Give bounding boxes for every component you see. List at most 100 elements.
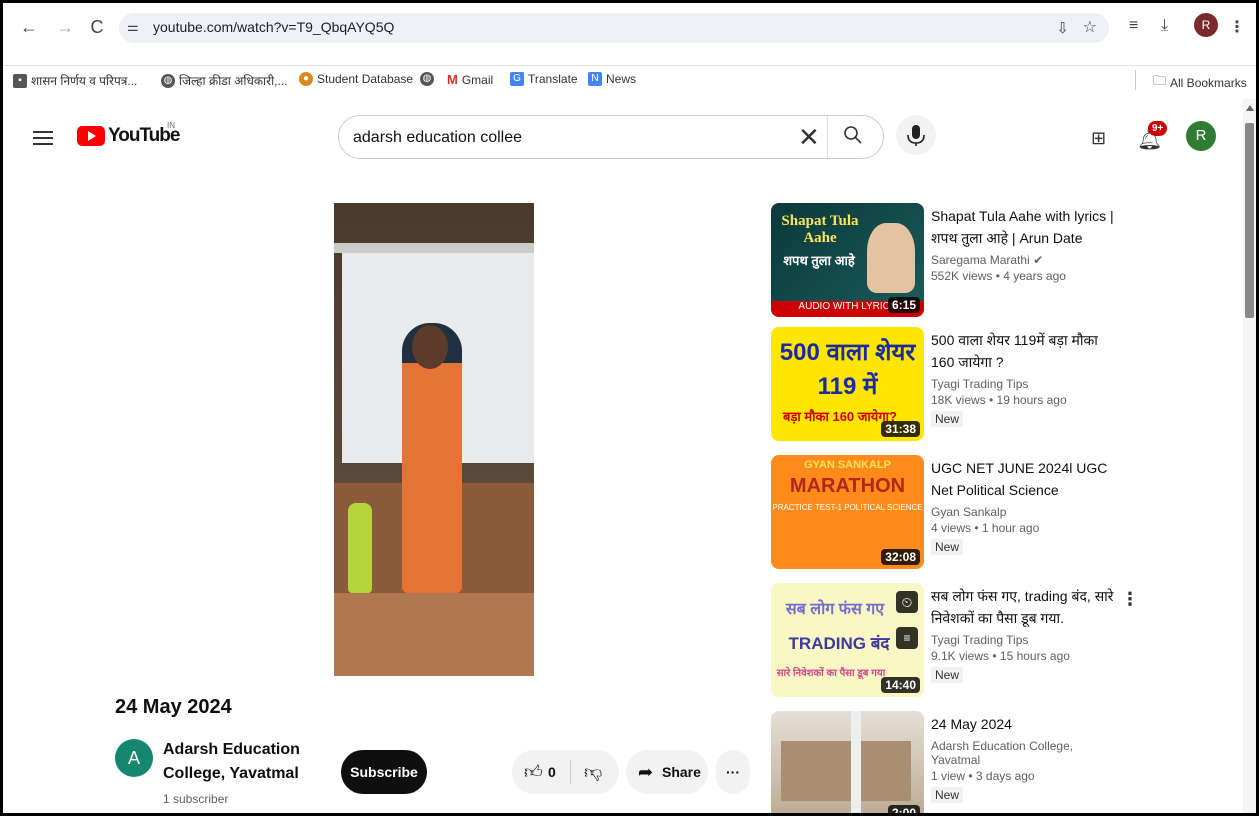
scroll-thumb[interactable]: [1245, 123, 1254, 318]
recommendation-item[interactable]: सब लोग फंस गए TRADING बंद सारे निवेशकों …: [771, 583, 1241, 701]
bookmark-label: News: [606, 72, 637, 86]
recommendation-channel[interactable]: Saregama Marathi ✔: [931, 253, 1119, 267]
like-icon[interactable]: 👍︎: [524, 761, 543, 783]
bookmark-label: Student Database: [317, 72, 414, 86]
url-text[interactable]: youtube.com/watch?v=T9_QbqAYQ5Q: [153, 19, 394, 35]
recommendation-info: Shapat Tula Aahe with lyrics | शपथ तुला …: [931, 205, 1119, 283]
thumbnail-channel-brand: GYAN SANKALP: [804, 459, 891, 471]
back-icon[interactable]: ←: [17, 15, 41, 39]
video-thumbnail[interactable]: सब लोग फंस गए TRADING बंद सारे निवेशकों …: [771, 583, 924, 697]
bookmarks-divider: [1135, 70, 1136, 90]
recommendation-info: 24 May 2024 Adarsh Education College, Ya…: [931, 713, 1119, 804]
clear-search-icon[interactable]: ✕: [798, 122, 820, 153]
video-duration: 2:00: [887, 805, 920, 813]
search-input[interactable]: adarsh education collee: [353, 129, 522, 147]
forward-icon[interactable]: →: [53, 15, 77, 39]
bookmark-item-krida[interactable]: ◍ जिल्हा क्रीडा अधिकारी,...: [161, 72, 288, 89]
account-avatar[interactable]: R: [1186, 121, 1216, 151]
recommendation-info: 500 वाला शेयर 119में बड़ा मौका 160 जायेग…: [931, 329, 1119, 428]
more-options-icon[interactable]: ⋮: [1121, 589, 1139, 610]
recommendation-meta: 9.1K views • 15 hours ago: [931, 649, 1070, 663]
video-duration: 32:08: [881, 549, 920, 565]
recommendation-meta: 1 view • 3 days ago: [931, 769, 1035, 783]
bookmark-item-student-database[interactable]: ● Student Database: [299, 72, 413, 86]
voice-search-button[interactable]: [896, 115, 936, 155]
bookmark-star-icon[interactable]: ☆: [1083, 17, 1097, 37]
recommendation-title[interactable]: सब लोग फंस गए, trading बंद, सारे निवेशको…: [931, 585, 1119, 629]
site-info-icon[interactable]: ⚌: [127, 19, 139, 35]
browser-profile-avatar[interactable]: R: [1194, 13, 1218, 37]
new-badge: New: [931, 667, 964, 683]
reading-list-icon[interactable]: ≡: [1129, 17, 1138, 35]
recommendation-channel[interactable]: Adarsh Education College, Yavatmal: [931, 739, 1119, 767]
recommendation-channel[interactable]: Tyagi Trading Tips: [931, 377, 1119, 391]
bookmark-item-gmail[interactable]: M Gmail: [447, 72, 493, 87]
add-to-queue-icon[interactable]: ≡: [896, 627, 918, 649]
gmail-icon: M: [447, 72, 458, 87]
like-count[interactable]: 0: [548, 764, 556, 780]
recommendation-title[interactable]: Shapat Tula Aahe with lyrics | शपथ तुला …: [931, 205, 1119, 249]
video-title: 24 May 2024: [115, 696, 232, 718]
video-player[interactable]: [334, 203, 534, 676]
bookmark-item-globe[interactable]: ◍: [420, 72, 434, 86]
video-thumbnail[interactable]: Shapat Tula Aahe शपथ तुला आहे AUDIO WITH…: [771, 203, 924, 317]
folder-icon: 🗀: [1153, 73, 1167, 88]
all-bookmarks[interactable]: 🗀 All Bookmarks: [1153, 72, 1247, 94]
video-frame-rail: [334, 243, 534, 253]
bookmark-label: शासन निर्णय व परिपत्र...: [31, 74, 138, 88]
dislike-icon[interactable]: 👎︎: [584, 761, 602, 783]
watch-later-icon[interactable]: ⏲: [896, 591, 918, 613]
browser-menu-icon[interactable]: ⋮: [1229, 17, 1245, 37]
bookmark-item-shasan[interactable]: ▪ शासन निर्णय व परिपत्र...: [13, 72, 137, 89]
search-icon[interactable]: [843, 125, 863, 145]
globe-icon: ◍: [420, 72, 434, 86]
thumbnail-title: MARATHON: [789, 475, 906, 497]
like-divider: [570, 760, 571, 784]
bookmark-item-translate[interactable]: G Translate: [510, 72, 578, 86]
share-button[interactable]: ➦ Share: [626, 750, 708, 794]
recommendation-item[interactable]: 500 वाला शेयर 119 में बड़ा मौका 160 जाये…: [771, 327, 1241, 445]
recommendation-title[interactable]: 24 May 2024: [931, 713, 1119, 735]
recommendation-item[interactable]: GYAN SANKALP MARATHON PRACTICE TEST-1 PO…: [771, 455, 1241, 573]
video-frame-speaker-head: [412, 325, 448, 369]
notification-count-badge: 9+: [1148, 121, 1168, 136]
page-scrollbar[interactable]: [1243, 99, 1256, 813]
video-thumbnail[interactable]: 2:00: [771, 711, 924, 813]
channel-name[interactable]: Adarsh Education College, Yavatmal: [163, 738, 313, 786]
reload-icon[interactable]: C: [85, 15, 109, 39]
download-icon[interactable]: ⤓: [1161, 17, 1168, 35]
create-video-icon[interactable]: ⊞: [1091, 128, 1106, 149]
install-app-icon[interactable]: ⇩: [1056, 19, 1069, 37]
recommendation-channel[interactable]: Tyagi Trading Tips: [931, 633, 1119, 647]
more-actions-button[interactable]: ···: [716, 750, 750, 794]
recommendation-meta: 18K views • 19 hours ago: [931, 393, 1067, 407]
recommendation-title[interactable]: UGC NET JUNE 2024l UGC Net Political Sci…: [931, 457, 1119, 501]
address-bar[interactable]: ⚌ youtube.com/watch?v=T9_QbqAYQ5Q ⇩ ☆: [119, 13, 1109, 43]
menu-icon[interactable]: [33, 131, 53, 145]
recommendation-info: UGC NET JUNE 2024l UGC Net Political Sci…: [931, 457, 1119, 556]
video-thumbnail[interactable]: 500 वाला शेयर 119 में बड़ा मौका 160 जाये…: [771, 327, 924, 441]
recommendation-item[interactable]: Shapat Tula Aahe शपथ तुला आहे AUDIO WITH…: [771, 203, 1241, 321]
video-thumbnail[interactable]: GYAN SANKALP MARATHON PRACTICE TEST-1 PO…: [771, 455, 924, 569]
search-bar[interactable]: adarsh education collee ✕: [338, 115, 884, 159]
bookmark-label: जिल्हा क्रीडा अधिकारी,...: [179, 74, 288, 88]
translate-icon: G: [510, 72, 524, 86]
channel-avatar[interactable]: A: [115, 739, 153, 777]
scroll-up-arrow-icon[interactable]: [1246, 105, 1254, 111]
video-duration: 31:38: [881, 421, 920, 437]
thumbnail-subtitle: TRADING बंद: [788, 634, 890, 653]
like-dislike-group: 👍︎ 0 👎︎: [512, 750, 619, 794]
recommendation-title[interactable]: 500 वाला शेयर 119में बड़ा मौका 160 जायेग…: [931, 329, 1119, 373]
youtube-logo[interactable]: YouTube IN: [77, 121, 180, 147]
globe-icon: ◍: [161, 73, 175, 88]
recommendation-channel[interactable]: Gyan Sankalp: [931, 505, 1119, 519]
verified-icon: ✔: [1033, 253, 1044, 267]
recommendation-item[interactable]: 2:00 24 May 2024 Adarsh Education Colleg…: [771, 711, 1241, 813]
subscribe-button[interactable]: Subscribe: [341, 750, 427, 794]
share-label: Share: [662, 764, 701, 780]
share-arrow-icon: ➦: [638, 762, 654, 782]
country-code: IN: [167, 121, 175, 130]
youtube-header: YouTube IN adarsh education collee ✕ ⊞ 🔔…: [3, 99, 1243, 179]
bookmark-item-news[interactable]: N News: [588, 72, 636, 86]
new-badge: New: [931, 411, 964, 427]
